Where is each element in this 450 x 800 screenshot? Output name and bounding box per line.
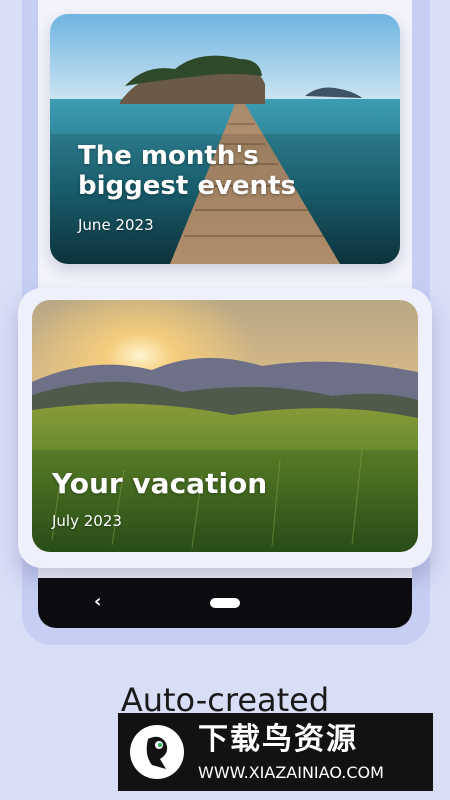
watermark-banner: 下载鸟资源 WWW.XIAZAINIAO.COM — [118, 713, 433, 791]
memory-card-july[interactable]: Your vacation July 2023 — [32, 300, 418, 552]
card-date: June 2023 — [78, 216, 154, 234]
card-title-line: biggest events — [78, 170, 296, 201]
navigation-bar: ‹ — [38, 578, 412, 628]
card-title: Your vacation — [52, 467, 268, 500]
back-icon[interactable]: ‹ — [94, 592, 101, 612]
card-title: The month's biggest events — [78, 141, 296, 202]
card-date: July 2023 — [52, 512, 122, 530]
card-title-line: The month's — [78, 141, 259, 171]
home-pill-icon[interactable] — [210, 598, 240, 608]
watermark-url: WWW.XIAZAINIAO.COM — [198, 763, 384, 782]
watermark-title: 下载鸟资源 — [198, 722, 358, 757]
bird-logo-icon — [130, 725, 184, 779]
memory-card-june[interactable]: The month's biggest events June 2023 — [50, 14, 400, 264]
